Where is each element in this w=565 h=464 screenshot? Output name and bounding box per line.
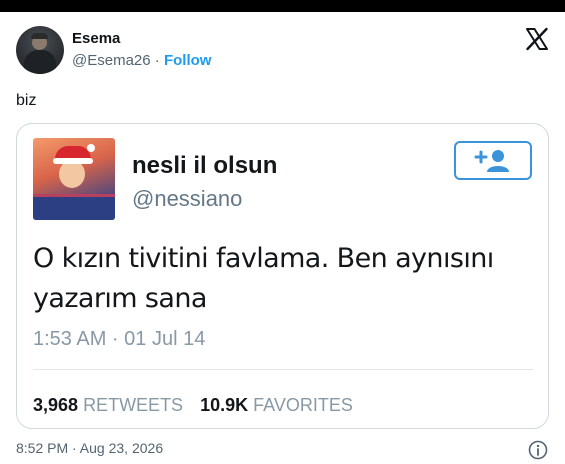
favorites-count[interactable]: 10.9K <box>200 395 248 415</box>
handle-separator: · <box>154 52 160 69</box>
tweet-stats: 3,968 RETWEETS 10.9K FAVORITES <box>33 395 353 416</box>
embedded-author-handle[interactable]: @nessiano <box>132 186 242 212</box>
x-logo-icon[interactable] <box>525 27 549 51</box>
author-avatar[interactable] <box>16 26 64 74</box>
santa-hat-pompom-shape <box>87 144 95 152</box>
status-bar-strip <box>0 0 565 12</box>
avatar-blanket-shape <box>33 194 115 220</box>
info-icon[interactable] <box>528 440 548 460</box>
author-name[interactable]: Esema <box>72 30 120 47</box>
follow-link[interactable]: Follow <box>164 52 212 69</box>
embedded-tweet-text: O kızın tivitini favlama. Ben aynısını y… <box>33 243 494 314</box>
tweet-timestamp[interactable]: 8:52 PM · Aug 23, 2026 <box>16 440 163 456</box>
embedded-tweet-time[interactable]: 1:53 AM · 01 Jul 14 <box>33 328 205 351</box>
santa-hat-band-shape <box>53 158 93 164</box>
avatar-body-shape <box>24 50 56 74</box>
add-user-icon <box>474 149 509 172</box>
avatar-face-shape <box>59 160 85 188</box>
embedded-avatar[interactable] <box>33 138 115 220</box>
author-handle-row: @Esema26 · Follow <box>72 52 211 69</box>
embedded-author-name[interactable]: nesli il olsun <box>132 152 277 180</box>
retweets-count[interactable]: 3,968 <box>33 395 78 415</box>
divider <box>33 369 533 370</box>
avatar-cap-shape <box>31 33 48 39</box>
embedded-tweet-card[interactable]: nesli il olsun @nessiano O kızın tivitin… <box>16 123 549 429</box>
retweets-label: RETWEETS <box>83 395 184 415</box>
favorites-label: FAVORITES <box>253 395 353 415</box>
add-user-button[interactable] <box>454 141 532 180</box>
author-handle[interactable]: @Esema26 <box>72 52 151 69</box>
tweet-text: biz <box>16 92 37 109</box>
